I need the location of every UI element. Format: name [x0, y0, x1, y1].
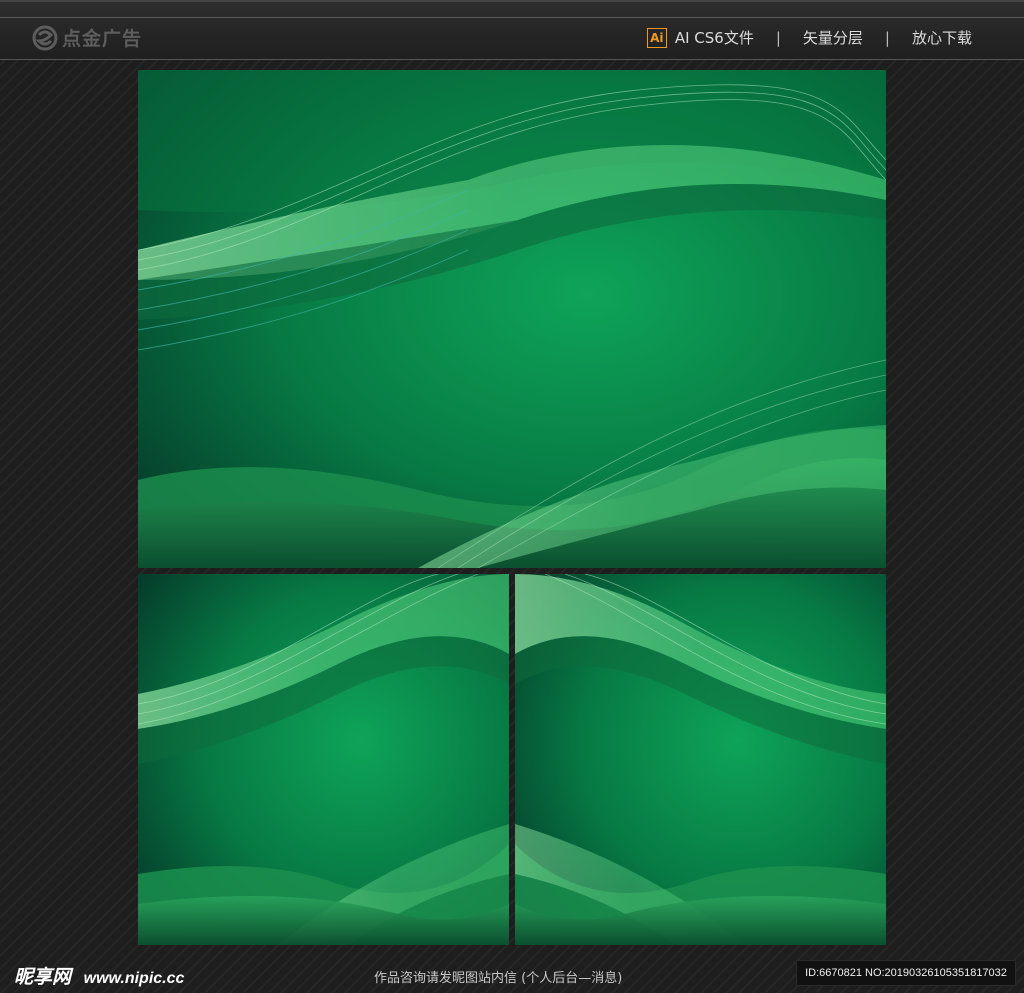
- logo-text: 点金广告: [62, 28, 143, 50]
- contact-note: 作品咨询请发昵图站内信 (个人后台—消息): [374, 971, 623, 986]
- green-wave-artwork: [515, 574, 886, 945]
- logo-icon: [32, 25, 58, 50]
- image-id-badge: ID:6670821 NO:20190326105351817032: [796, 960, 1016, 986]
- top-header-bar: 点金广告 Ai AI CS6文件 | 矢量分层 | 放心下载: [0, 0, 1024, 60]
- site-logo[interactable]: 点金广告: [32, 24, 142, 51]
- header-divider: [0, 17, 1024, 18]
- brand-url: www.nipic.cc: [83, 970, 185, 987]
- preview-panel-main: [138, 70, 886, 568]
- download-label: 放心下载: [911, 29, 972, 47]
- file-info: Ai AI CS6文件 | 矢量分层 | 放心下载: [646, 27, 972, 48]
- illustrator-icon: Ai: [646, 27, 667, 48]
- layers-label: 矢量分层: [802, 29, 863, 47]
- brand-name: 昵享网: [14, 966, 72, 988]
- preview-panel-bottom-left: [138, 574, 509, 945]
- preview-panel-bottom-right: [515, 574, 886, 945]
- brand-watermark[interactable]: 昵享网 www.nipic.cc: [14, 962, 184, 989]
- separator: |: [884, 28, 890, 47]
- file-format-label: AI CS6文件: [674, 29, 754, 47]
- green-wave-artwork: [138, 574, 509, 945]
- separator: |: [775, 28, 781, 47]
- green-wave-artwork: [138, 70, 886, 568]
